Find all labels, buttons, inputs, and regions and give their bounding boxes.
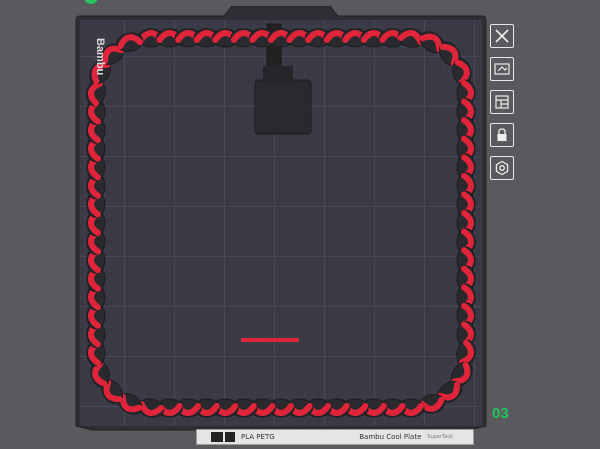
build-plate-graphic <box>75 6 487 431</box>
build-plate[interactable]: PLA PETG Bambu Cool Plate SuperTack <box>74 6 488 449</box>
gear-icon <box>495 160 509 176</box>
arrange-icon <box>495 95 509 109</box>
3d-viewport[interactable]: PLA PETG Bambu Cool Plate SuperTack Bamb… <box>0 0 600 449</box>
lock-plate-button[interactable] <box>490 123 514 147</box>
plate-number: 03 <box>492 405 509 422</box>
orient-icon <box>494 63 510 75</box>
arrange-button[interactable] <box>490 90 514 114</box>
filament-label: PLA PETG <box>241 433 275 441</box>
plate-toolbar <box>490 24 518 189</box>
plate-settings-button[interactable] <box>490 156 514 180</box>
auto-orient-button[interactable] <box>490 57 514 81</box>
plate-subtype: SuperTack <box>427 434 453 440</box>
close-plate-button[interactable] <box>490 24 514 48</box>
plate-type-icon <box>225 432 235 442</box>
close-icon <box>495 29 509 43</box>
status-indicator <box>84 0 98 4</box>
bambu-logo-icon <box>211 432 223 442</box>
bed-info-label: PLA PETG Bambu Cool Plate SuperTack <box>196 429 474 445</box>
lock-icon <box>497 128 507 141</box>
plate-name: Bambu Cool Plate <box>359 433 422 441</box>
bed-brand-text: Bambu <box>94 38 106 76</box>
